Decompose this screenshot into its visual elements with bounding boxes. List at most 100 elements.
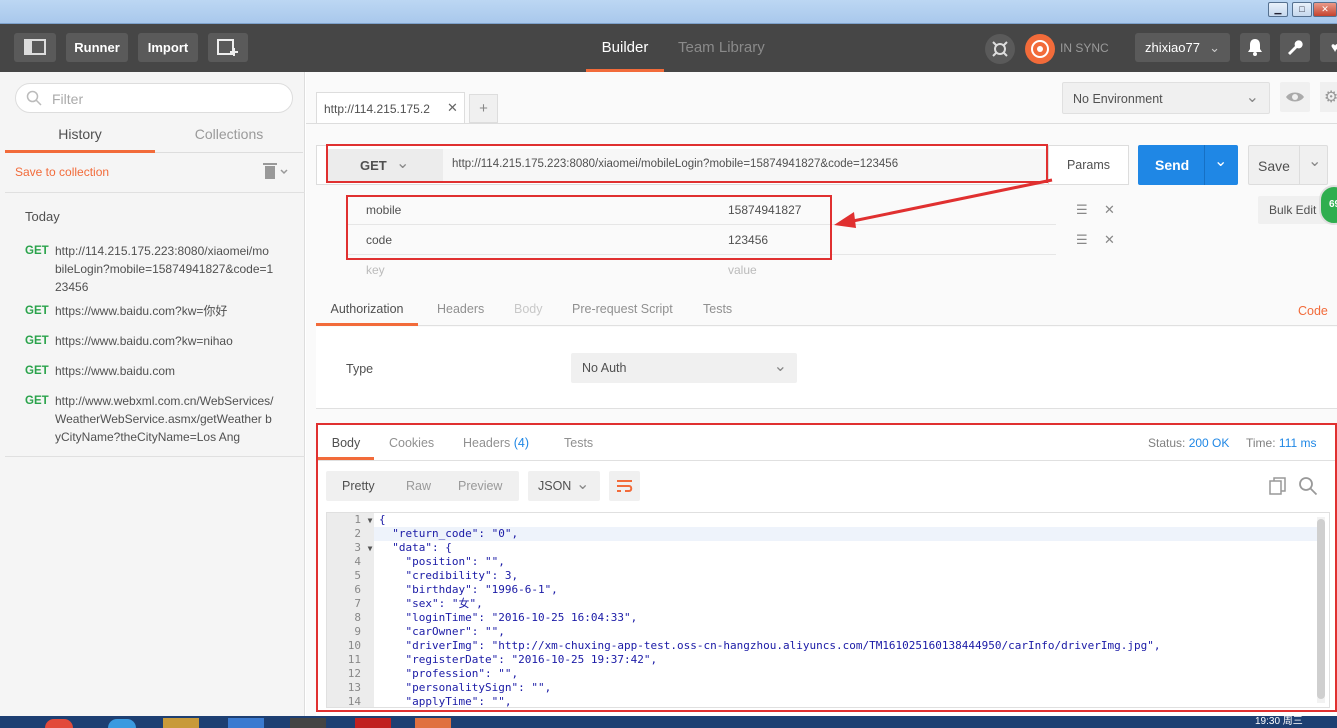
app-icon[interactable] <box>355 718 391 728</box>
auth-panel <box>316 327 1337 409</box>
drag-handle-icon[interactable]: ☰ <box>1076 232 1088 248</box>
tab-collections[interactable]: Collections <box>155 122 303 153</box>
chevron-down-icon[interactable]: ⌄ <box>1214 151 1227 171</box>
chevron-down-icon: ⌄ <box>773 358 787 375</box>
history-method: GET <box>25 365 49 377</box>
request-tab-label: http://114.215.175.2 <box>324 102 430 116</box>
postman-taskbar-icon[interactable] <box>415 718 451 728</box>
divider <box>306 123 1337 124</box>
params-button[interactable]: Params <box>1048 145 1128 185</box>
history-url: https://www.baidu.com?kw=你好 <box>55 304 228 318</box>
history-item[interactable]: GET http://114.215.175.223:8080/xiaomei/… <box>25 242 285 296</box>
top-toolbar: Runner Import Builder Team Library IN SY… <box>0 24 1337 72</box>
remove-row-icon[interactable]: ✕ <box>1104 202 1115 218</box>
close-tab-icon[interactable]: ✕ <box>447 100 458 116</box>
delete-history-button[interactable] <box>263 162 289 183</box>
trash-icon <box>263 163 288 179</box>
history-url: https://www.baidu.com <box>55 364 176 378</box>
tab-pre-request-script[interactable]: Pre-request Script <box>572 302 673 316</box>
settings-button[interactable] <box>1280 33 1310 62</box>
environment-value: No Environment <box>1073 92 1163 106</box>
history-method: GET <box>25 245 49 257</box>
history-item[interactable]: GET https://www.baidu.com <box>25 362 285 380</box>
remove-row-icon[interactable]: ✕ <box>1104 232 1115 248</box>
new-window-button[interactable] <box>208 33 248 62</box>
history-method: GET <box>25 305 49 317</box>
tab-body[interactable]: Body <box>514 302 543 316</box>
close-window-button[interactable]: ✕ <box>1313 2 1337 17</box>
response-highlight-box <box>316 423 1337 712</box>
user-dropdown[interactable]: zhixiao77 ⌄ <box>1135 33 1230 62</box>
folder-icon[interactable] <box>163 718 199 728</box>
app-icon[interactable] <box>290 718 326 728</box>
chevron-down-icon: ⌄ <box>1245 89 1259 106</box>
heart-button[interactable]: ♥ <box>1320 33 1337 62</box>
bell-icon <box>1248 39 1262 56</box>
start-icon[interactable] <box>45 719 73 728</box>
add-tab-button[interactable]: + <box>469 94 498 123</box>
history-method: GET <box>25 335 49 347</box>
satellite-icon <box>992 41 1008 57</box>
history-method: GET <box>25 395 49 407</box>
browser-icon[interactable] <box>108 719 136 728</box>
history-item[interactable]: GET http://www.webxml.com.cn/WebServices… <box>25 392 285 446</box>
notifications-button[interactable] <box>1240 33 1270 62</box>
chevron-down-icon[interactable]: ⌄ <box>1308 151 1321 171</box>
heart-icon: ♥ <box>1330 39 1337 55</box>
history-item[interactable]: GET https://www.baidu.com?kw=你好 <box>25 302 285 320</box>
params-highlight-box <box>346 195 832 260</box>
filter-input[interactable]: Filter <box>15 83 293 113</box>
sidebar-icon <box>24 39 46 55</box>
clock: 19:30 周三 <box>1255 716 1303 727</box>
divider <box>5 192 305 193</box>
environment-settings-button[interactable]: ⚙ <box>1320 82 1337 112</box>
annotation-arrow <box>834 178 1053 228</box>
search-icon <box>26 90 42 106</box>
auth-type-label: Type <box>346 362 374 376</box>
sync-status: IN SYNC <box>1060 41 1109 55</box>
count-badge: 69 <box>1319 185 1337 225</box>
tab-tests[interactable]: Tests <box>703 302 732 316</box>
import-button[interactable]: Import <box>138 33 198 62</box>
chevron-down-icon: ⌄ <box>1209 40 1220 55</box>
tab-authorization[interactable]: Authorization <box>316 292 418 326</box>
username: zhixiao77 <box>1145 40 1200 55</box>
save-to-collection-link[interactable]: Save to collection <box>15 165 109 179</box>
wrench-icon <box>1288 40 1303 55</box>
save-label: Save <box>1258 158 1290 174</box>
runner-button[interactable]: Runner <box>66 33 128 62</box>
key-placeholder[interactable]: key <box>366 263 385 277</box>
history-url: http://114.215.175.223:8080/xiaomei/mobi… <box>55 244 274 294</box>
tab-history[interactable]: History <box>5 122 155 153</box>
tab-team-library[interactable]: Team Library <box>678 24 778 72</box>
divider <box>5 456 305 457</box>
tab-builder[interactable]: Builder <box>586 24 664 72</box>
drag-handle-icon[interactable]: ☰ <box>1076 202 1088 218</box>
history-date-heading: Today <box>25 209 60 224</box>
environment-quick-look-button[interactable] <box>1280 82 1310 112</box>
main-panel: http://114.215.175.2 ✕ + No Environment … <box>306 72 1337 716</box>
request-tab[interactable]: http://114.215.175.2 ✕ <box>316 92 465 124</box>
toggle-sidebar-button[interactable] <box>14 33 56 62</box>
sync-icon[interactable] <box>1025 34 1055 64</box>
taskbar: 19:30 周三 <box>0 716 1337 728</box>
gear-icon: ⚙ <box>1324 89 1337 106</box>
history-url: http://www.webxml.com.cn/WebServices/Wea… <box>55 394 274 444</box>
auth-type-select[interactable]: No Auth ⌄ <box>571 353 797 383</box>
environment-select[interactable]: No Environment ⌄ <box>1062 82 1270 114</box>
value-placeholder[interactable]: value <box>728 263 757 277</box>
send-button[interactable]: Send ⌄ <box>1138 145 1238 185</box>
auth-type-value: No Auth <box>582 361 627 375</box>
interceptor-button[interactable] <box>985 34 1015 64</box>
app-icon[interactable] <box>228 718 264 728</box>
window-title-bar: ▁ □ ✕ <box>0 0 1337 24</box>
maximize-button[interactable]: □ <box>1292 2 1312 17</box>
code-link[interactable]: Code <box>1298 304 1328 318</box>
minimize-button[interactable]: ▁ <box>1268 2 1288 17</box>
filter-placeholder: Filter <box>52 91 84 107</box>
history-item[interactable]: GET https://www.baidu.com?kw=nihao <box>25 332 285 350</box>
tab-headers[interactable]: Headers <box>437 302 484 316</box>
eye-icon <box>1286 92 1304 102</box>
save-button[interactable]: Save ⌄ <box>1248 145 1328 185</box>
sidebar: Filter History Collections Save to colle… <box>0 72 305 716</box>
